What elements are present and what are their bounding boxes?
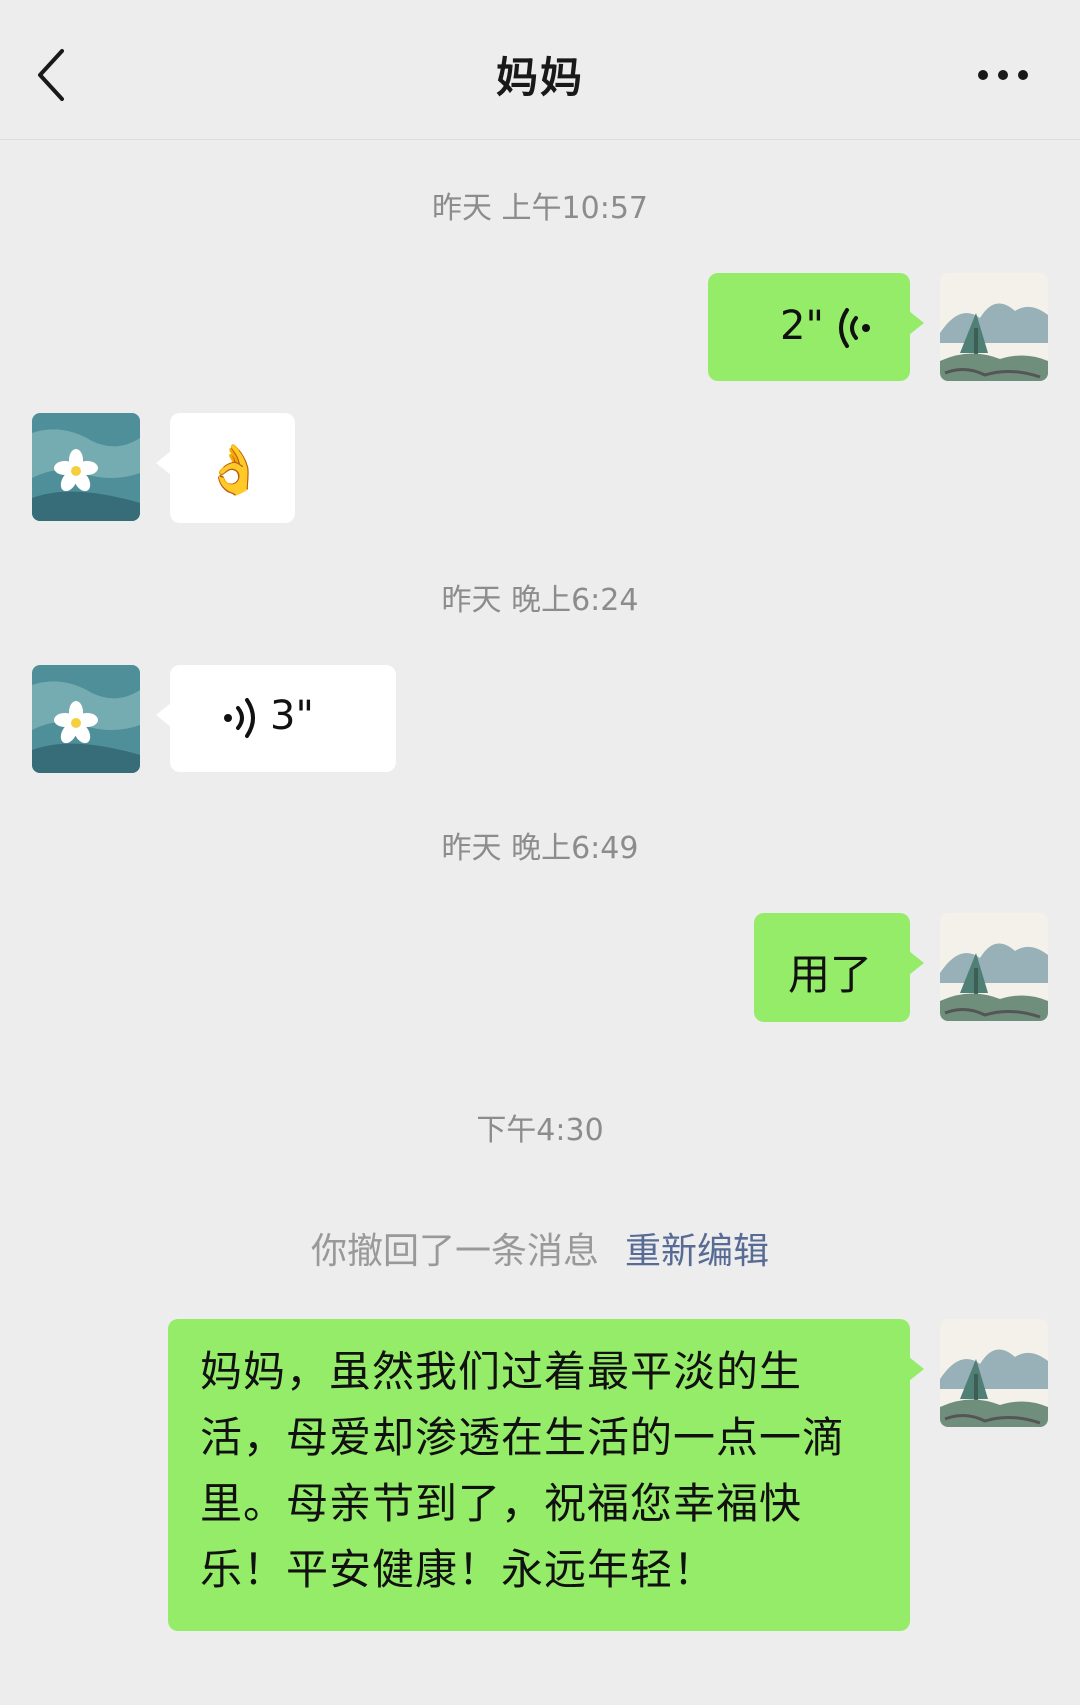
voice-wave-icon [224, 698, 255, 738]
ok-hand-emoji: 👌 [204, 442, 264, 498]
message-text: 用了 [788, 950, 873, 999]
chat-header: 妈妈 [0, 0, 1080, 140]
voice-duration: 3" [270, 693, 314, 739]
my-avatar[interactable] [940, 1319, 1048, 1427]
recall-notice: 你撤回了一条消息 重新编辑 [0, 1222, 1080, 1274]
my-avatar[interactable] [940, 273, 1048, 381]
my-avatar[interactable] [940, 913, 1048, 1021]
voice-wave-icon [839, 308, 870, 348]
timestamp: 下午4:30 [476, 1113, 604, 1148]
message-text: 妈妈，虽然我们过着最平淡的生活，母爱却渗透在生活的一点一滴里。母亲节到了，祝福您… [200, 1347, 846, 1594]
chat-title: 妈妈 [495, 53, 584, 102]
text-message-outgoing[interactable]: 用了 [754, 913, 924, 1022]
timestamp: 昨天 上午10:57 [432, 191, 648, 226]
text-message-outgoing[interactable]: 妈妈，虽然我们过着最平淡的生活，母爱却渗透在生活的一点一滴里。母亲节到了，祝福您… [168, 1319, 924, 1631]
re-edit-link[interactable]: 重新编辑 [625, 1231, 769, 1272]
recall-text: 你撤回了一条消息 [310, 1231, 599, 1272]
timestamp: 昨天 晚上6:49 [441, 831, 639, 866]
contact-avatar[interactable] [32, 413, 140, 521]
timestamp: 昨天 晚上6:24 [441, 583, 639, 618]
voice-duration: 2" [780, 303, 824, 349]
contact-avatar[interactable] [32, 665, 140, 773]
more-dots-icon[interactable] [978, 70, 1028, 82]
voice-message-outgoing[interactable]: 2" [708, 273, 924, 381]
emoji-message-incoming[interactable]: 👌 [156, 413, 295, 523]
voice-message-incoming[interactable]: 3" [156, 665, 396, 772]
